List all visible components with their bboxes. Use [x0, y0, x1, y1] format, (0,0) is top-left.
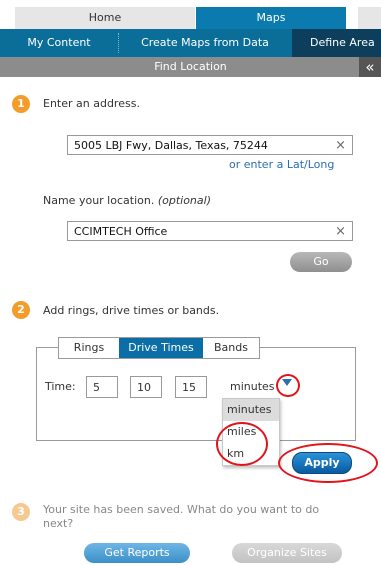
latlong-link[interactable]: or enter a Lat/Long [229, 158, 334, 171]
clear-address-icon[interactable]: × [335, 136, 346, 156]
time-input-3[interactable]: 15 [175, 376, 207, 398]
nav-my-content[interactable]: My Content [0, 29, 118, 57]
step-2-prompt: Add rings, drive times or bands. [43, 304, 220, 317]
step-3-message: Your site has been saved. What do you wa… [43, 503, 320, 530]
nav-create-maps[interactable]: Create Maps from Data [119, 29, 291, 57]
clear-name-icon[interactable]: × [335, 222, 346, 242]
address-input[interactable]: 5005 LBJ Fwy, Dallas, Texas, 75244 × [67, 135, 353, 155]
time-input-2[interactable]: 10 [130, 376, 162, 398]
ring-type-tabs: Rings Drive Times Bands [58, 337, 260, 359]
step-1-badge: 1 [12, 95, 30, 113]
go-button[interactable]: Go [290, 252, 352, 272]
address-value: 5005 LBJ Fwy, Dallas, Texas, 75244 [74, 139, 268, 152]
get-reports-button[interactable]: Get Reports [84, 543, 190, 563]
annotation-circle-dropdown [276, 374, 300, 397]
name-location-prompt: Name your location. (optional) [43, 194, 211, 207]
maps-subnav: My Content Create Maps from Data Define … [0, 29, 381, 57]
find-location-header: Find Location « [0, 57, 381, 77]
collapse-panel-icon[interactable]: « [359, 57, 381, 77]
annotation-circle-options [216, 422, 268, 466]
annotation-circle-apply [278, 443, 378, 483]
location-name-value: CCIMTECH Office [74, 225, 168, 238]
step-2-badge: 2 [12, 301, 30, 319]
time-label: Time: [45, 380, 76, 393]
name-location-label: Name your location. [43, 194, 155, 207]
tab-rings[interactable]: Rings [59, 338, 119, 358]
location-name-input[interactable]: CCIMTECH Office × [67, 221, 353, 241]
nav-define-areas[interactable]: Define Area [292, 29, 381, 57]
tab-home[interactable]: Home [15, 7, 195, 29]
organize-sites-button[interactable]: Organize Sites [232, 543, 342, 563]
tab-maps[interactable]: Maps [196, 7, 346, 29]
step-3-badge: 3 [12, 503, 30, 521]
unit-option-minutes[interactable]: minutes [223, 399, 279, 421]
panel-title: Find Location [154, 60, 227, 73]
tab-overflow [358, 7, 381, 29]
optional-label: (optional) [157, 194, 211, 207]
tab-bands[interactable]: Bands [203, 338, 259, 358]
time-input-1[interactable]: 5 [86, 376, 118, 398]
step-1-prompt: Enter an address. [43, 97, 140, 110]
tab-drive-times[interactable]: Drive Times [119, 338, 203, 358]
top-tab-bar: Home Maps [0, 0, 381, 29]
unit-select[interactable]: minutes [230, 380, 275, 393]
